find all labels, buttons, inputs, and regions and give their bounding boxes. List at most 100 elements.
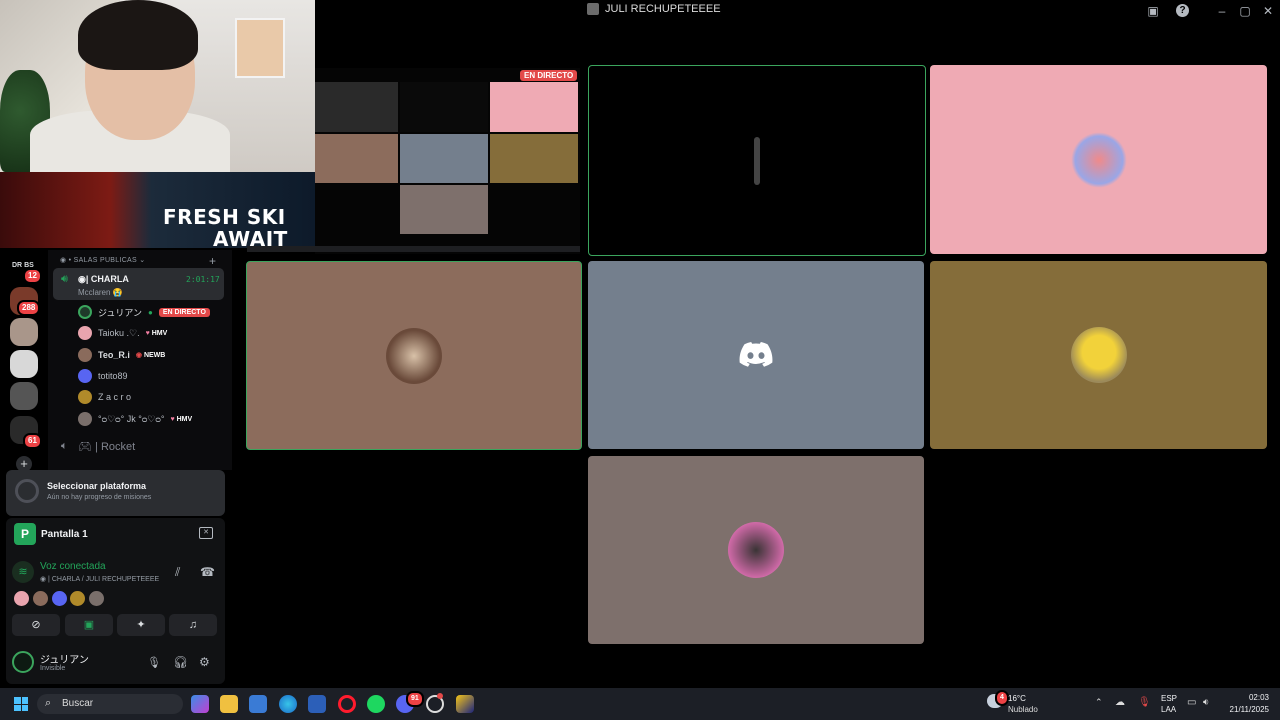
user-avatar[interactable] [12, 651, 34, 673]
voice-avatar[interactable] [52, 591, 67, 606]
add-channel-icon[interactable]: + [209, 254, 216, 268]
headphones-icon[interactable]: 🎧︎ [173, 655, 188, 669]
member-row[interactable]: totito89 [78, 367, 128, 385]
poster-image [235, 18, 285, 78]
channel-timer: 2:01:17 [186, 275, 220, 284]
quest-title: Seleccionar plataforma [47, 481, 147, 491]
mic-tray-icon[interactable]: 🎙︎ [1138, 697, 1151, 708]
clock-date[interactable]: 21/11/2025 [1222, 705, 1269, 714]
stream-preview[interactable] [247, 68, 580, 254]
weather-desc: Nublado [1008, 705, 1038, 714]
settings-gear-icon[interactable]: ⚙ [199, 655, 210, 669]
microphone-icon[interactable]: 🎙︎ [147, 656, 161, 669]
member-avatar [78, 369, 92, 383]
video-tile-1[interactable] [588, 65, 926, 256]
discord-logo-icon [739, 342, 773, 367]
member-row[interactable]: Teo_R.i ◉ NEWB [78, 346, 165, 364]
screen-share-icon: P [14, 523, 36, 545]
server-icon[interactable] [10, 382, 38, 410]
noise-suppression-icon[interactable]: ⫽ [175, 565, 180, 580]
disconnect-icon[interactable]: ☎ [200, 565, 215, 579]
search-placeholder: Buscar [62, 698, 94, 709]
windows-start-icon[interactable] [14, 697, 28, 711]
live-badge: EN DIRECTO [520, 70, 578, 81]
minimize-button[interactable]: – [1214, 3, 1230, 19]
member-name: °ᴑ♡ᴑ° Jk °ᴑ♡ᴑ° [98, 413, 165, 424]
member-avatar [78, 348, 92, 362]
spotify-icon[interactable] [367, 695, 385, 713]
file-explorer-icon[interactable] [220, 695, 238, 713]
stop-stream-icon[interactable]: ✕ [199, 527, 213, 539]
banner-text-line2: AWAIT [213, 227, 288, 248]
voice-avatar[interactable] [89, 591, 104, 606]
inbox-icon[interactable]: ▣ [1145, 3, 1161, 19]
opera-icon[interactable] [338, 695, 356, 713]
server-icon[interactable] [10, 318, 38, 346]
weather-alert-badge: 4 [995, 690, 1009, 706]
app-icon[interactable] [456, 695, 474, 713]
user-name: ジュリアン [40, 655, 89, 666]
window-title: JULI RECHUPETEEEE [587, 3, 721, 15]
network-icon[interactable]: ▭ [1187, 697, 1196, 708]
activities-button[interactable]: ✦ [117, 614, 165, 636]
member-avatar [78, 326, 92, 340]
member-tag: HMV [176, 415, 193, 423]
voice-avatar[interactable] [33, 591, 48, 606]
member-avatar [78, 412, 92, 426]
onedrive-icon[interactable]: ☁ [1115, 697, 1125, 708]
video-tile-3[interactable] [246, 261, 582, 450]
voice-channel-name: ◉︎| CHARLA [78, 274, 129, 284]
member-name: Teo_R.i [98, 350, 130, 360]
voice-status[interactable]: Voz conectada [40, 561, 106, 572]
unread-badge: 61 [23, 433, 42, 449]
screen-label: Pantalla 1 [41, 529, 88, 540]
voice-channel-rocket[interactable]: 🎮︎ | Rocket [78, 440, 135, 453]
video-tile-2[interactable] [930, 65, 1267, 254]
member-avatar [78, 390, 92, 404]
help-icon[interactable]: ? [1176, 4, 1189, 17]
clock-time[interactable]: 02:03 [1245, 693, 1269, 702]
quest-card[interactable]: Seleccionar plataforma Aún no hay progre… [6, 470, 225, 516]
copilot-icon[interactable] [191, 695, 209, 713]
member-name: Z a c r o [98, 392, 132, 402]
member-row[interactable]: ジュリアン ● EN DIRECTO [78, 303, 210, 321]
voice-avatar[interactable] [14, 591, 29, 606]
video-tile-6[interactable] [588, 456, 924, 644]
member-row[interactable]: °ᴑ♡ᴑ° Jk °ᴑ♡ᴑ° ♥ HMV [78, 410, 192, 428]
voice-location: ◉︎ | CHARLA / JULI RECHUPETEEEE [40, 576, 160, 583]
voice-avatar[interactable] [70, 591, 85, 606]
store-icon[interactable] [249, 695, 267, 713]
discord-badge: 91 [406, 691, 424, 707]
member-row[interactable]: Z a c r o [78, 388, 131, 406]
voice-location-text: CHARLA / JULI RECHUPETEEEE [51, 576, 160, 583]
channel-icon [587, 3, 599, 15]
banner-text-line1: FRESH SKI [163, 205, 286, 229]
lang-line2[interactable]: LAA [1161, 705, 1176, 714]
notification-dot [437, 693, 443, 699]
bing-icon[interactable] [308, 695, 326, 713]
channel-activity: Mcclaren 😭 [78, 288, 123, 297]
video-tile-4[interactable] [588, 261, 924, 449]
taskbar-search[interactable]: ⌕ Buscar [37, 694, 183, 714]
quest-progress-ring [15, 479, 39, 503]
edge-icon[interactable] [279, 695, 297, 713]
weather-temp: 16°C [1008, 694, 1026, 703]
member-name: totito89 [98, 371, 128, 381]
soundboard-button[interactable]: ♫ [169, 614, 217, 636]
lang-line1[interactable]: ESP [1161, 694, 1177, 703]
user-status: Invisible [40, 665, 66, 672]
screen-share-button[interactable]: ▣ [65, 614, 113, 636]
mic-device-icon [754, 136, 760, 185]
server-icon[interactable] [10, 350, 38, 378]
live-tag: EN DIRECTO [158, 307, 210, 317]
chevron-up-icon[interactable]: ⌃ [1095, 697, 1103, 708]
signal-icon[interactable]: ≋ [12, 561, 34, 583]
close-button[interactable]: ✕ [1260, 3, 1276, 19]
volume-icon[interactable]: 🔉︎ [1203, 697, 1209, 708]
maximize-button[interactable]: ▢ [1237, 3, 1253, 19]
member-row[interactable]: Taioku .♡. ♥ HMV [78, 324, 167, 342]
category-header[interactable]: ◉ • SALAS PUBLICAS ⌄ [60, 256, 145, 264]
game-banner: FRESH SKI AWAIT [0, 172, 315, 248]
camera-off-button[interactable]: ⊘ [12, 614, 60, 636]
video-tile-5[interactable] [930, 261, 1267, 449]
